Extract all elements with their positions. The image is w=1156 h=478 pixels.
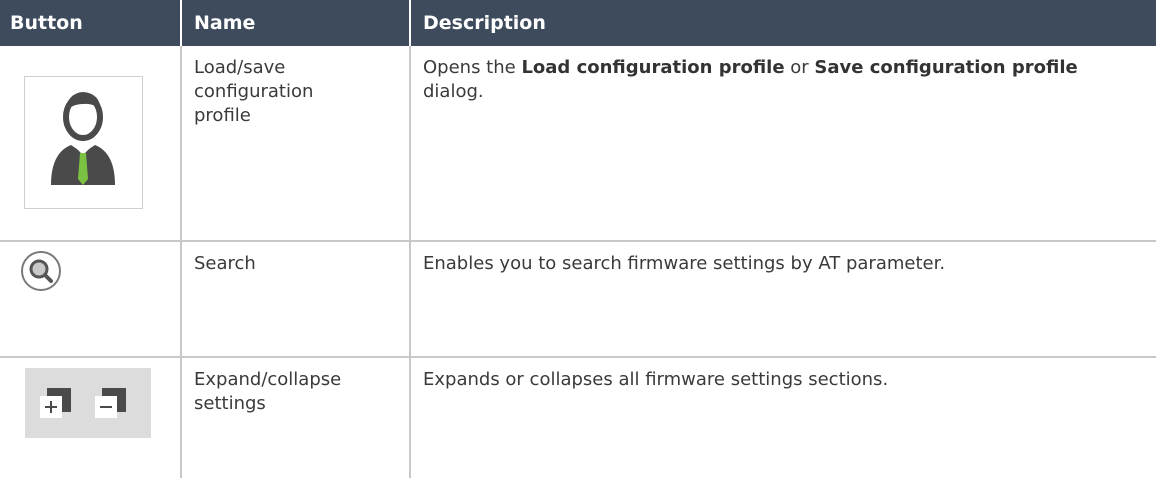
description-text: Expands or collapses all firmware settin… (423, 369, 889, 390)
name-cell: Expand/collapse settings (180, 357, 410, 478)
table-row: Load/save configuration profile Opens th… (0, 46, 1156, 242)
description-cell: Enables you to search firmware settings … (409, 241, 1156, 358)
header-button: Button (0, 0, 181, 46)
description-cell: Expands or collapses all firmware settin… (409, 357, 1156, 478)
description-bold-save: Save configuration profile (814, 57, 1078, 78)
row-name: Expand/collapse settings (194, 369, 342, 414)
profile-button[interactable] (24, 76, 143, 209)
row-name: Search (194, 253, 256, 274)
button-reference-table: Button Name Description Load/save config… (0, 0, 1156, 478)
description-bold-load: Load configuration profile (521, 57, 785, 78)
name-cell: Search (180, 241, 410, 358)
expand-collapse-button[interactable] (25, 368, 151, 438)
table-header-row: Button Name Description (0, 0, 1156, 46)
description-cell: Opens the Load configuration profile or … (409, 46, 1156, 242)
description-text: Enables you to search firmware settings … (423, 253, 946, 274)
description-text-end: dialog. (423, 81, 484, 102)
search-icon (21, 251, 61, 291)
description-text-or: or (784, 57, 815, 78)
table-row: Expand/collapse settings Expands or coll… (0, 357, 1156, 478)
name-cell: Load/save configuration profile (180, 46, 410, 242)
header-name: Name (180, 0, 410, 46)
description-text: Opens the (423, 57, 522, 78)
profile-icon (51, 92, 115, 185)
search-button[interactable] (20, 250, 62, 292)
header-description: Description (409, 0, 1156, 46)
table-row: Search Enables you to search firmware se… (0, 241, 1156, 358)
row-name: Load/save configuration profile (194, 57, 314, 126)
expand-collapse-icon (40, 388, 126, 418)
